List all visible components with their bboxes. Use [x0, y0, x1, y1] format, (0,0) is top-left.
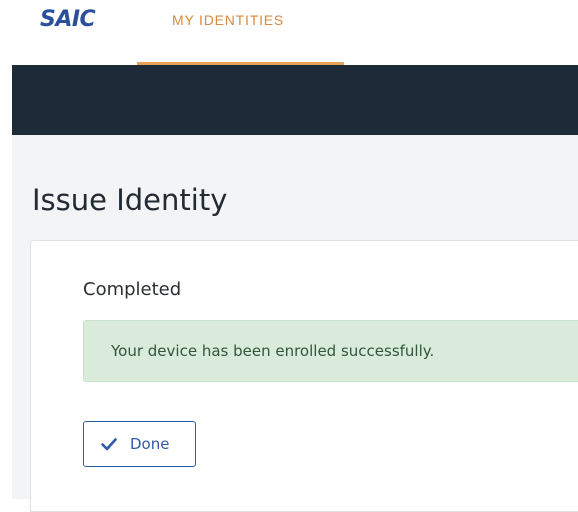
success-alert: Your device has been enrolled successful… — [83, 320, 578, 382]
saic-logo[interactable]: SAIC — [40, 7, 96, 32]
done-button-label: Done — [130, 435, 170, 453]
success-alert-message: Your device has been enrolled successful… — [111, 342, 435, 360]
issue-identity-card: Completed Your device has been enrolled … — [30, 240, 578, 512]
header-band — [12, 65, 578, 135]
top-navigation-bar: SAIC MY IDENTITIES — [0, 0, 578, 65]
done-button[interactable]: Done — [83, 421, 196, 467]
page-content: Issue Identity Completed Your device has… — [12, 135, 578, 512]
tab-my-identities[interactable]: MY IDENTITIES — [137, 0, 344, 65]
tab-my-identities-label: MY IDENTITIES — [172, 12, 285, 28]
check-icon — [101, 438, 117, 451]
page-title: Issue Identity — [32, 183, 228, 217]
status-label: Completed — [83, 279, 182, 300]
